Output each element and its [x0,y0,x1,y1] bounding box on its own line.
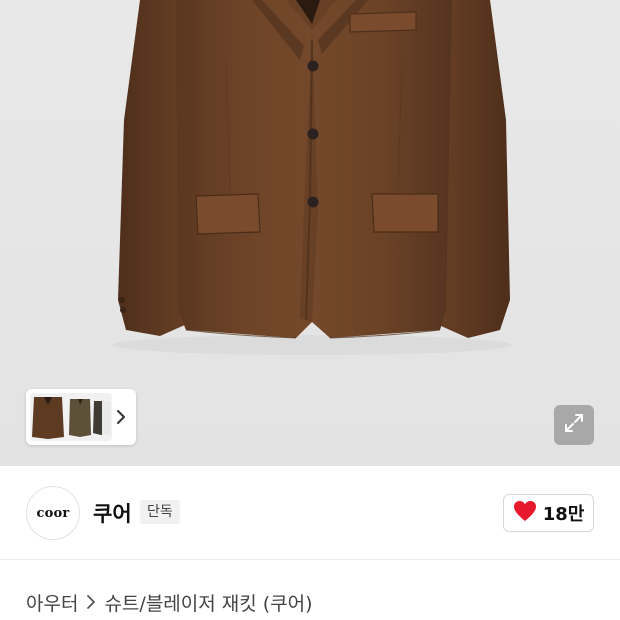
brand-row: coor 쿠어 단독 18만 [0,466,620,560]
breadcrumb: 아우터 슈트/블레이저 재킷 (쿠어) [26,588,313,616]
breadcrumb-category[interactable]: 아우터 [26,589,78,616]
thumbnail-images[interactable] [30,393,112,441]
breadcrumb-subcategory[interactable]: 슈트/블레이저 재킷 (쿠어) [104,589,312,616]
thumbnail-strip[interactable] [26,389,136,445]
exclusive-badge: 단독 [140,500,180,524]
like-count: 18만 [542,504,585,525]
brand-name[interactable]: 쿠어 [93,498,132,528]
expand-image-button[interactable] [554,405,594,445]
heart-icon [513,500,537,526]
brand-logo-text: coor [36,505,70,521]
chevron-right-icon [86,594,96,610]
expand-icon [563,412,585,438]
chevron-right-icon[interactable] [112,405,130,429]
brand-logo[interactable]: coor [26,486,80,540]
product-image-gallery[interactable] [0,0,620,466]
like-button[interactable]: 18만 [503,494,594,532]
